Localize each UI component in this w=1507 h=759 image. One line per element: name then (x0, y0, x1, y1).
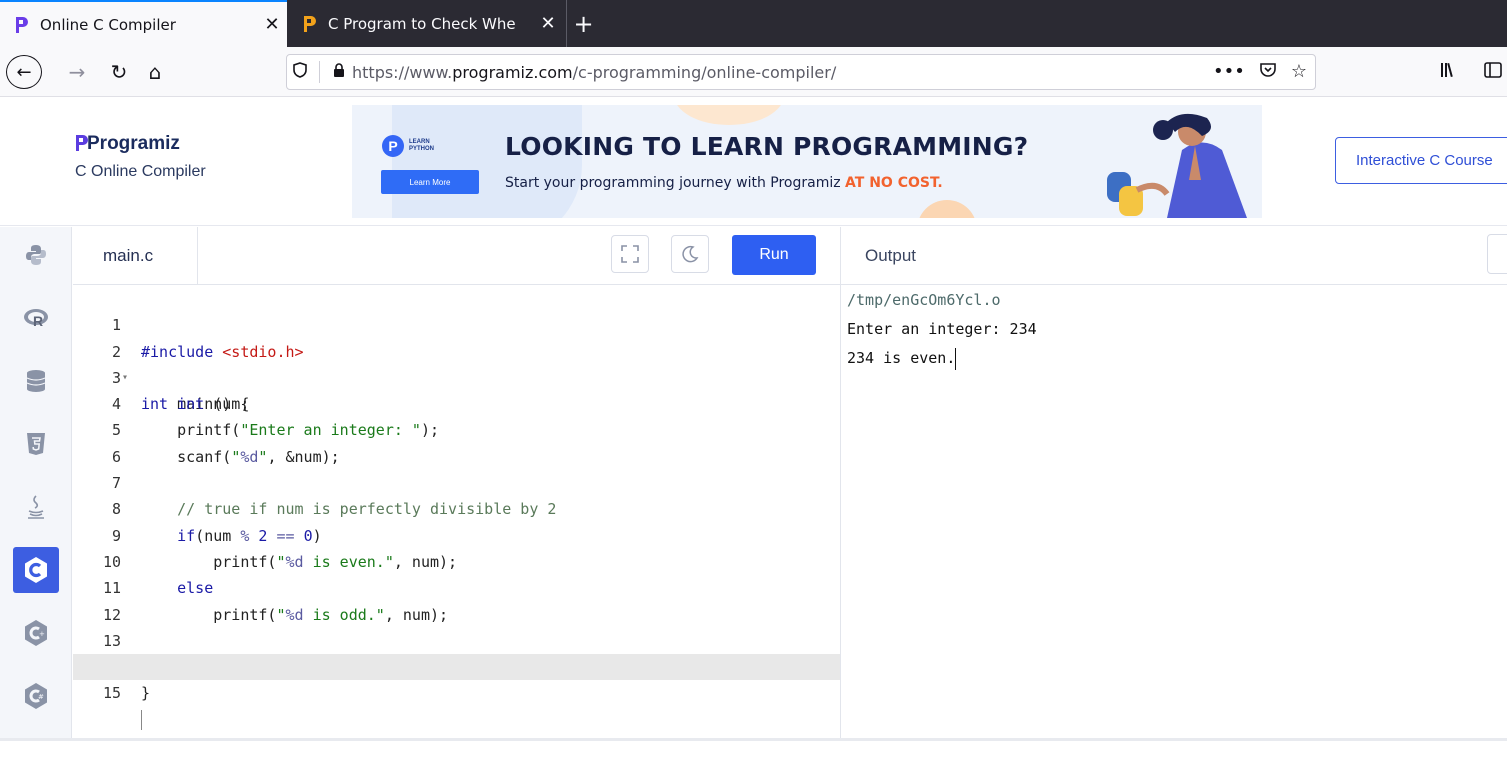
java-icon[interactable] (13, 484, 59, 530)
output-line: Enter an integer: 234 (847, 320, 1037, 338)
shield-icon[interactable] (287, 62, 313, 82)
code-line[interactable]: 8 if(num % 2 == 0) (73, 470, 840, 544)
banner-decoration (392, 105, 582, 218)
programiz-favicon-icon (298, 13, 320, 35)
programiz-logo[interactable]: Programiz C Online Compiler (75, 133, 206, 181)
r-language-icon[interactable]: R (13, 295, 59, 341)
code-editor[interactable]: 1 #include <stdio.h> 2 ▾ int main() { 3 … (73, 286, 840, 741)
run-button[interactable]: Run (732, 235, 816, 275)
text-cursor (141, 710, 142, 731)
pocket-icon[interactable] (1259, 61, 1277, 84)
clear-output-button[interactable] (1487, 234, 1507, 274)
code-text[interactable]: } (141, 680, 150, 706)
banner-decoration (674, 105, 784, 125)
close-tab-icon[interactable]: ✕ (257, 14, 287, 35)
cpp-language-icon[interactable]: + (13, 610, 59, 656)
code-line[interactable]: 5 scanf("%d", &num); (73, 391, 840, 465)
code-line[interactable]: 1 #include <stdio.h> (73, 286, 840, 360)
file-tab-main-c[interactable]: main.c (73, 227, 198, 285)
code-line[interactable]: 10 else (73, 523, 840, 597)
code-line[interactable]: 9 printf("%d is even.", num); (73, 496, 840, 571)
new-tab-button[interactable]: + (566, 0, 600, 47)
ad-banner[interactable]: P LEARN PYTHON Learn More LOOKING TO LEAR… (352, 105, 1262, 218)
tab-c-program-check[interactable]: C Program to Check Whe ✕ (288, 0, 563, 47)
text-cursor (955, 347, 957, 370)
code-line[interactable]: 4 printf("Enter an integer: "); (73, 365, 840, 439)
tab-title: Online C Compiler (40, 15, 176, 34)
forward-arrow-icon[interactable]: → (62, 55, 92, 89)
code-text[interactable] (141, 707, 142, 733)
browser-tab-bar: Online C Compiler ✕ C Program to Check W… (0, 0, 1507, 47)
page-actions-icon[interactable]: ••• (1213, 61, 1245, 84)
home-icon[interactable]: ⌂ (140, 55, 170, 89)
site-header: Programiz C Online Compiler P LEARN PYTHO… (0, 98, 1507, 226)
fullscreen-icon[interactable] (611, 235, 649, 273)
interactive-course-button[interactable]: Interactive C Course (1335, 137, 1507, 184)
editor-header: main.c Run (73, 227, 840, 285)
code-line[interactable]: 6 (73, 417, 840, 466)
lock-icon[interactable] (326, 63, 352, 81)
tab-online-c-compiler[interactable]: Online C Compiler ✕ (0, 0, 287, 47)
banner-illustration-icon (1107, 113, 1247, 218)
code-line[interactable]: 11 printf("%d is odd.", num); (73, 549, 840, 623)
code-line-current[interactable]: 15 (73, 654, 840, 731)
learn-python-logo-icon: P (382, 135, 404, 157)
star-icon[interactable]: ☆ (1291, 61, 1307, 84)
url-text[interactable]: https://www.programiz.com/c-programming/… (352, 63, 836, 82)
line-number: 15 (102, 684, 121, 703)
banner-decoration (917, 200, 977, 218)
close-tab-icon[interactable]: ✕ (533, 13, 563, 34)
back-arrow-icon[interactable]: ← (6, 55, 42, 89)
banner-subline: Start your programming journey with Prog… (505, 175, 943, 191)
html5-icon[interactable] (13, 421, 59, 467)
dark-mode-moon-icon[interactable] (671, 235, 709, 273)
code-line[interactable]: 3 int num; (73, 339, 840, 413)
library-icon[interactable] (1440, 61, 1456, 84)
panel-divider[interactable] (840, 227, 841, 741)
code-line[interactable]: 2 ▾ int main() { (73, 312, 840, 414)
code-line[interactable]: 13 return 0; (73, 602, 840, 676)
output-line: /tmp/enGcOm6Ycl.o (847, 291, 1001, 309)
tab-title: C Program to Check Whe (328, 14, 516, 33)
output-console[interactable]: /tmp/enGcOm6Ycl.o Enter an integer: 234 … (847, 286, 1502, 373)
compiler-subtitle: C Online Compiler (75, 163, 206, 180)
code-line[interactable]: 14 } (73, 628, 840, 702)
output-header: Output (841, 227, 1507, 285)
sql-database-icon[interactable] (13, 358, 59, 404)
url-bar[interactable]: https://www.programiz.com/c-programming/… (286, 54, 1316, 90)
code-line[interactable]: 12 (73, 575, 840, 624)
output-line: 234 is even. (847, 344, 1502, 373)
c-language-icon[interactable] (13, 547, 59, 593)
csharp-language-icon[interactable]: # (13, 673, 59, 719)
reload-icon[interactable]: ↻ (104, 55, 134, 89)
language-sidebar: R + # (0, 227, 72, 741)
code-line[interactable]: 7 // true if num is perfectly divisible … (73, 444, 840, 518)
python-language-icon[interactable] (13, 232, 59, 278)
brand-name[interactable]: Programiz (75, 133, 206, 155)
sidebar-icon[interactable] (1484, 61, 1502, 84)
svg-text:+: + (39, 630, 45, 638)
browser-nav-bar: ← → ↻ ⌂ https://www.programiz.com/c-prog… (0, 47, 1507, 97)
learn-more-button[interactable]: Learn More (381, 170, 479, 194)
learn-python-badge: P LEARN PYTHON (382, 135, 434, 157)
svg-text:R: R (33, 313, 43, 329)
programiz-favicon-icon (10, 14, 32, 36)
svg-text:#: # (38, 693, 44, 701)
banner-headline: LOOKING TO LEARN PROGRAMMING? (505, 132, 1029, 161)
